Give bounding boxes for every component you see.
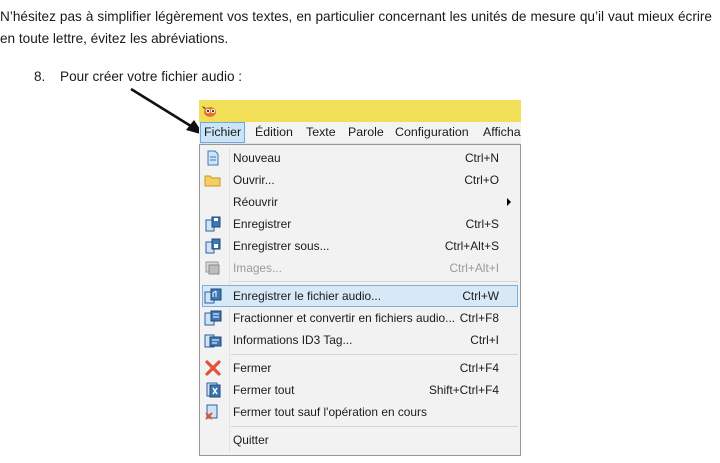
menu-item-label: Enregistrer sous... [233,239,330,253]
menu-item-shortcut: Ctrl+F4 [459,361,499,375]
menu-item-shortcut: Ctrl+N [464,151,499,165]
menu-item-fermer-tout[interactable]: Fermer tout Shift+Ctrl+F4 [202,379,518,401]
close-x-icon [205,360,221,376]
menu-item-label: Enregistrer [233,217,292,231]
menu-item-label: Fractionner et convertir en fichiers aud… [233,311,456,325]
menu-item-shortcut: Ctrl+Alt+I [449,261,499,275]
menu-separator [231,281,518,282]
menu-item-shortcut: Ctrl+I [470,333,499,347]
menu-item-label: Fermer tout [233,383,295,397]
folder-open-icon [204,175,221,187]
menu-item-ouvrir[interactable]: Ouvrir... Ctrl+O [202,169,518,191]
menu-item-label: Fermer tout sauf l'opération en cours [233,405,427,419]
menu-item-fractionner[interactable]: Fractionner et convertir en fichiers aud… [202,307,518,329]
menu-item-fermer-tout-sauf[interactable]: Fermer tout sauf l'opération en cours [202,401,518,423]
menu-item-shortcut: Shift+Ctrl+F4 [428,383,499,397]
save-as-icon [205,238,221,254]
close-others-icon [205,404,218,420]
images-icon [205,261,220,275]
instruction-paragraph: N’hésitez pas à simplifier légèrement vo… [0,9,712,46]
pointer-arrow-icon [130,87,204,135]
menu-separator [231,426,518,427]
menu-item-quitter[interactable]: Quitter [202,429,518,451]
step-text: Pour créer votre fichier audio : [60,69,243,84]
new-document-icon [207,150,219,166]
menu-item-label: Images... [233,261,282,275]
menu-item-label: Informations ID3 Tag... [233,333,353,347]
menu-texte[interactable]: Texte [303,122,339,143]
menu-item-label: Ouvrir... [233,173,275,187]
menu-parole[interactable]: Parole [345,122,387,143]
menu-item-shortcut: Ctrl+F8 [459,311,499,325]
save-icon [205,216,221,232]
menu-item-fermer[interactable]: Fermer Ctrl+F4 [202,357,518,379]
menu-edition[interactable]: Édition [252,122,296,143]
id3-tag-icon [204,334,222,348]
menu-item-shortcut: Ctrl+Alt+S [444,239,499,253]
app-window: Fichier Édition Texte Parole Configurati… [199,100,521,456]
file-menu-dropdown: Nouveau Ctrl+N Ouvrir... Ctrl+O Réouvrir… [199,144,521,456]
step-item: 8. Pour créer votre fichier audio : [34,68,242,86]
menu-affichage[interactable]: Afficha [480,122,521,143]
menu-item-reouvrir[interactable]: Réouvrir [202,191,518,213]
menu-item-enregistrer-sous[interactable]: Enregistrer sous... Ctrl+Alt+S [202,235,518,257]
menu-item-nouveau[interactable]: Nouveau Ctrl+N [202,147,518,169]
menu-item-id3-tag[interactable]: Informations ID3 Tag... Ctrl+I [202,329,518,351]
menu-bar: Fichier Édition Texte Parole Configurati… [199,122,521,144]
save-audio-icon [204,288,222,304]
menu-configuration[interactable]: Configuration [392,122,472,143]
menu-item-enregistrer-fichier-audio[interactable]: Enregistrer le fichier audio... Ctrl+W [202,285,518,307]
menu-fichier[interactable]: Fichier [200,122,246,143]
menu-item-shortcut: Ctrl+W [462,289,499,303]
menu-item-shortcut: Ctrl+S [465,217,499,231]
menu-item-label: Enregistrer le fichier audio... [233,289,382,303]
menu-separator [231,354,518,355]
split-audio-icon [204,310,222,326]
submenu-arrow-icon [507,198,511,206]
title-bar [199,100,521,122]
menu-item-images: Images... Ctrl+Alt+I [202,257,518,279]
menu-item-label: Fermer [233,361,272,375]
menu-item-label: Quitter [233,433,269,447]
menu-item-label: Réouvrir [233,195,278,209]
menu-item-enregistrer[interactable]: Enregistrer Ctrl+S [202,213,518,235]
close-all-icon [206,382,221,398]
menu-item-shortcut: Ctrl+O [464,173,499,187]
menu-item-label: Nouveau [233,151,281,165]
parrot-app-icon [202,106,216,117]
step-number: 8. [34,69,46,84]
